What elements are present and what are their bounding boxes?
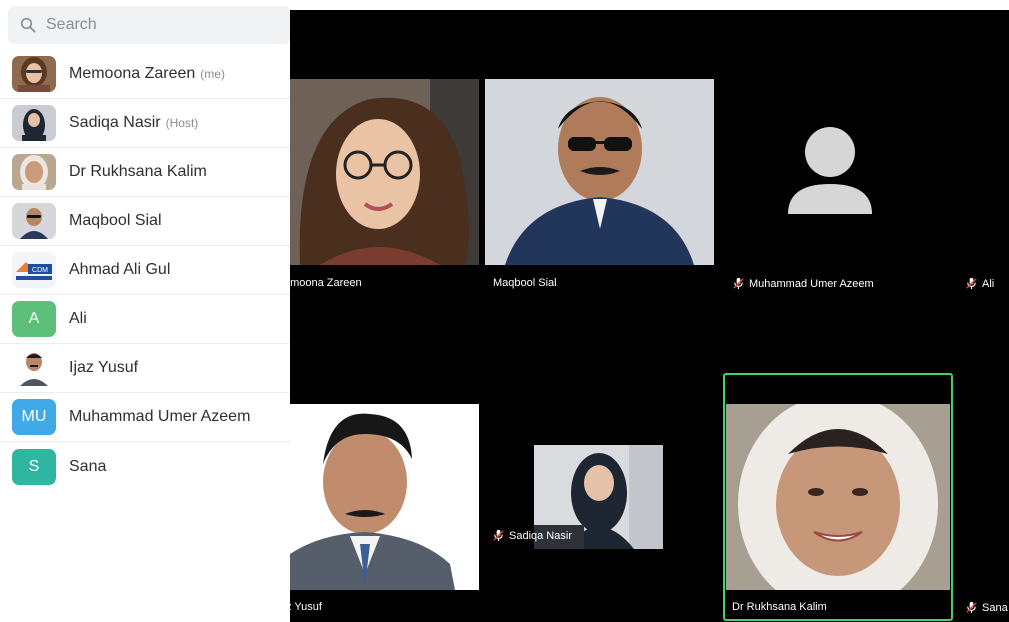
participant-list: Memoona Zareen (me) Sadiqa Nasir (Host) … bbox=[0, 50, 290, 491]
participant-row[interactable]: MU Muhammad Umer Azeem bbox=[0, 393, 290, 442]
video-label-ijaz: z Yusuf bbox=[290, 601, 322, 613]
search-box[interactable] bbox=[8, 6, 290, 44]
avatar-logo: CDM bbox=[12, 252, 56, 288]
participant-name: Ijaz Yusuf bbox=[69, 359, 139, 376]
svg-text:CDM: CDM bbox=[32, 267, 48, 274]
muted-mic-icon bbox=[965, 601, 978, 614]
participant-name: Muhammad Umer Azeem bbox=[69, 408, 251, 425]
video-label-sana: Sana bbox=[965, 601, 1008, 614]
video-tile-memoona[interactable] bbox=[290, 79, 479, 265]
participant-name: Sana bbox=[69, 457, 107, 475]
participant-row[interactable]: A Ali bbox=[0, 295, 290, 344]
participant-row[interactable]: Maqbool Sial bbox=[0, 197, 290, 246]
video-label-umer: Muhammad Umer Azeem bbox=[732, 277, 874, 290]
avatar-initials: S bbox=[12, 448, 56, 485]
participant-name-label: Maqbool Sial bbox=[493, 277, 557, 289]
default-user-icon bbox=[788, 127, 872, 214]
participant-row[interactable]: Sadiqa Nasir (Host) bbox=[0, 99, 290, 148]
participant-name-label: Muhammad Umer Azeem bbox=[749, 277, 874, 290]
avatar bbox=[12, 105, 56, 141]
participant-name-label: z Yusuf bbox=[290, 601, 322, 613]
video-label-memoona: emoona Zareen bbox=[290, 277, 362, 289]
video-gallery: emoona Zareen Maqbool Sial Muhammad Umer… bbox=[290, 10, 1009, 622]
participant-name-label: Sana bbox=[982, 601, 1008, 614]
video-tile-rukhsana[interactable] bbox=[726, 404, 950, 590]
participant-name: Ali bbox=[69, 310, 87, 327]
video-tile-ijaz[interactable] bbox=[290, 404, 479, 590]
avatar-initials: MU bbox=[12, 399, 56, 435]
avatar bbox=[12, 203, 56, 239]
participant-role-tag: (me) bbox=[200, 67, 225, 81]
video-label-maqbool: Maqbool Sial bbox=[493, 277, 557, 289]
participant-name-label: Sadiqa Nasir bbox=[509, 529, 572, 542]
participant-row[interactable]: S Sana bbox=[0, 442, 290, 491]
video-tile-maqbool[interactable] bbox=[485, 79, 714, 265]
video-tile-umer[interactable] bbox=[760, 110, 900, 220]
video-label-sadiqa: Sadiqa Nasir bbox=[492, 529, 572, 542]
participants-panel: Memoona Zareen (me) Sadiqa Nasir (Host) … bbox=[0, 0, 290, 622]
participant-row[interactable]: Dr Rukhsana Kalim bbox=[0, 148, 290, 197]
avatar-initials: A bbox=[12, 301, 56, 337]
participant-name-label: Ali bbox=[982, 277, 995, 290]
participant-row[interactable]: Memoona Zareen (me) bbox=[0, 50, 290, 99]
participant-role-tag: (Host) bbox=[165, 116, 199, 130]
search-icon bbox=[20, 17, 36, 33]
video-label-ali: Ali bbox=[965, 277, 994, 290]
participant-name: Ahmad Ali Gul bbox=[69, 261, 171, 278]
participant-row[interactable]: CDM Ahmad Ali Gul bbox=[0, 246, 290, 295]
avatar bbox=[12, 56, 56, 92]
search-input[interactable] bbox=[46, 16, 246, 34]
participant-name-label: Dr Rukhsana Kalim bbox=[732, 601, 827, 613]
participant-name-label: emoona Zareen bbox=[290, 277, 362, 289]
video-label-rukhsana: Dr Rukhsana Kalim bbox=[732, 601, 827, 613]
participant-name: Sadiqa Nasir bbox=[69, 114, 161, 131]
muted-mic-icon bbox=[732, 277, 745, 290]
avatar bbox=[12, 154, 56, 190]
avatar bbox=[12, 350, 56, 386]
participant-name: Dr Rukhsana Kalim bbox=[69, 163, 207, 180]
muted-mic-icon bbox=[492, 529, 505, 542]
participant-row[interactable]: Ijaz Yusuf bbox=[0, 344, 290, 393]
muted-mic-icon bbox=[965, 277, 978, 290]
participant-name: Memoona Zareen bbox=[69, 65, 196, 82]
participant-name: Maqbool Sial bbox=[69, 212, 162, 229]
